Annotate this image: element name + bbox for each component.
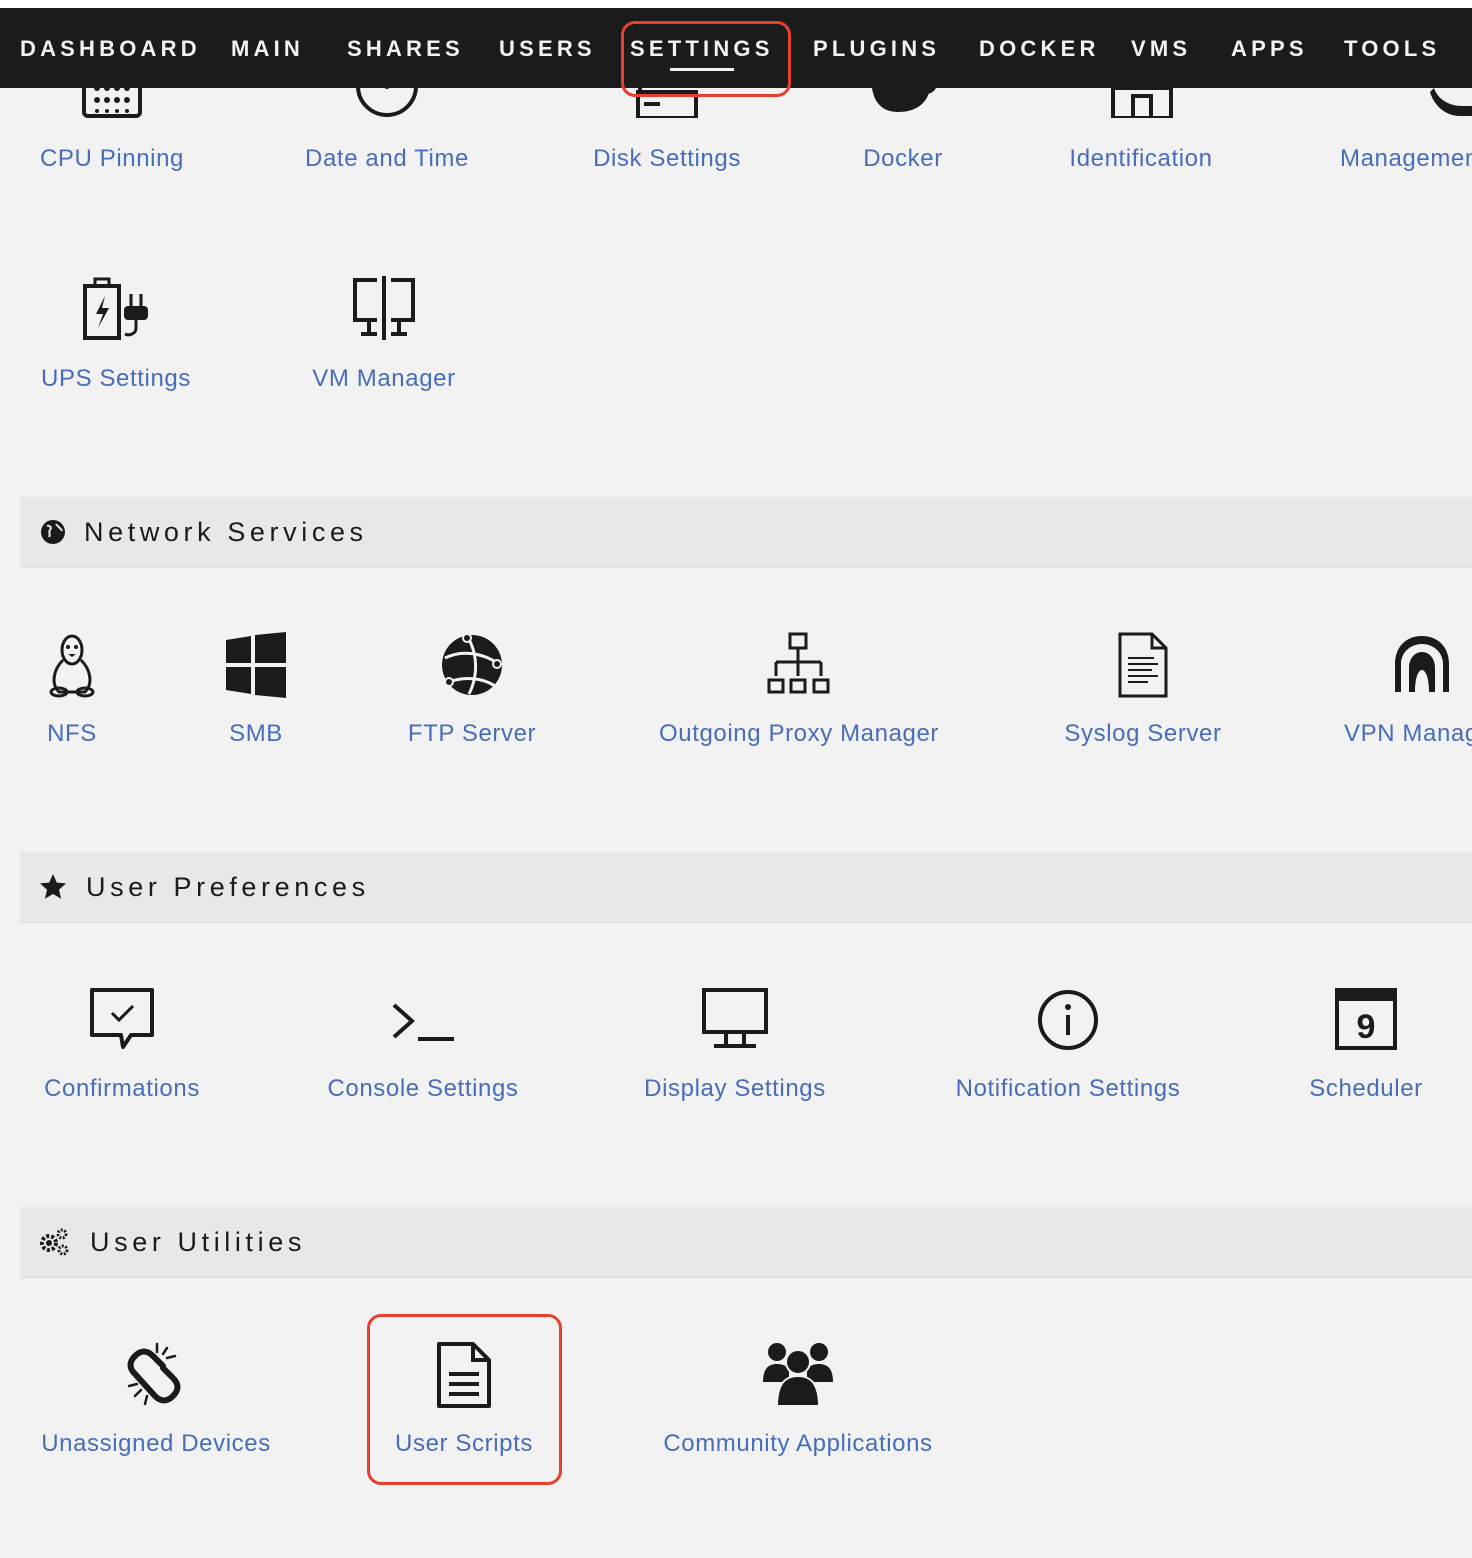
tile-label: Confirmations — [44, 1075, 200, 1102]
tile-label: Docker — [863, 145, 943, 172]
browser-top-edge — [0, 0, 1472, 8]
nav-tools[interactable]: TOOLS — [1344, 8, 1440, 88]
vm-split-screen-icon — [349, 274, 419, 344]
document-icon — [1108, 630, 1178, 700]
tile-label: VM Manager — [312, 365, 456, 392]
star-icon — [38, 872, 68, 902]
tile-label: Unassigned Devices — [41, 1430, 271, 1457]
battery-plug-icon — [81, 274, 151, 344]
nav-main[interactable]: MAIN — [231, 8, 304, 88]
top-navigation-bar: DASHBOARD MAIN SHARES USERS SETTINGS PLU… — [0, 8, 1472, 88]
tile-label: Disk Settings — [593, 145, 741, 172]
sitemap-icon — [764, 630, 834, 700]
tile-label: Managemen — [1340, 145, 1472, 172]
tile-label: FTP Server — [407, 720, 537, 747]
tile-label: Scheduler — [1309, 1075, 1423, 1102]
globe-icon — [38, 517, 68, 547]
tile-label: VPN Manag — [1344, 720, 1472, 747]
globe-network-icon — [437, 630, 507, 700]
active-tab-underline — [670, 68, 734, 71]
nav-users[interactable]: USERS — [499, 8, 596, 88]
tile-label: Identification — [1069, 145, 1213, 172]
info-circle-icon — [1033, 985, 1103, 1055]
nav-settings[interactable]: SETTINGS — [630, 8, 774, 88]
nav-shares[interactable]: SHARES — [347, 8, 464, 88]
speech-check-icon — [87, 985, 157, 1055]
tile-label: Outgoing Proxy Manager — [658, 720, 940, 747]
nav-dashboard[interactable]: DASHBOARD — [20, 8, 201, 88]
tile-label: SMB — [229, 720, 283, 747]
gears-icon — [38, 1227, 69, 1257]
nav-plugins[interactable]: PLUGINS — [813, 8, 940, 88]
section-title: User Utilities — [90, 1227, 306, 1257]
tile-label: Notification Settings — [955, 1075, 1181, 1102]
tile-label: Console Settings — [327, 1075, 519, 1102]
windows-logo-icon — [221, 630, 291, 700]
script-document-icon — [429, 1340, 499, 1410]
tile-label: CPU Pinning — [39, 145, 185, 172]
tile-label: Syslog Server — [1064, 720, 1222, 747]
broken-link-icon — [121, 1340, 191, 1410]
monitor-icon — [700, 985, 770, 1055]
tile-label: NFS — [47, 720, 97, 747]
tile-label: Display Settings — [644, 1075, 826, 1102]
section-user-utilities: User Utilities — [20, 1207, 1472, 1278]
tile-label: Date and Time — [305, 145, 469, 172]
nav-vms[interactable]: VMS — [1131, 8, 1191, 88]
users-group-icon — [763, 1338, 833, 1408]
tile-label: UPS Settings — [41, 365, 191, 392]
tunnel-icon — [1387, 630, 1457, 700]
calendar-icon: 9 — [1331, 985, 1401, 1055]
nav-apps[interactable]: APPS — [1231, 8, 1308, 88]
tile-label: User Scripts — [395, 1430, 533, 1457]
tile-label: Community Applications — [663, 1430, 933, 1457]
section-network-services: Network Services — [20, 497, 1472, 568]
terminal-prompt-icon — [388, 985, 458, 1055]
section-title: Network Services — [84, 517, 368, 547]
nav-docker[interactable]: DOCKER — [979, 8, 1100, 88]
calendar-day-number: 9 — [1357, 1008, 1376, 1046]
section-title: User Preferences — [86, 872, 370, 902]
section-user-preferences: User Preferences — [20, 852, 1472, 923]
linux-penguin-icon — [37, 630, 107, 700]
